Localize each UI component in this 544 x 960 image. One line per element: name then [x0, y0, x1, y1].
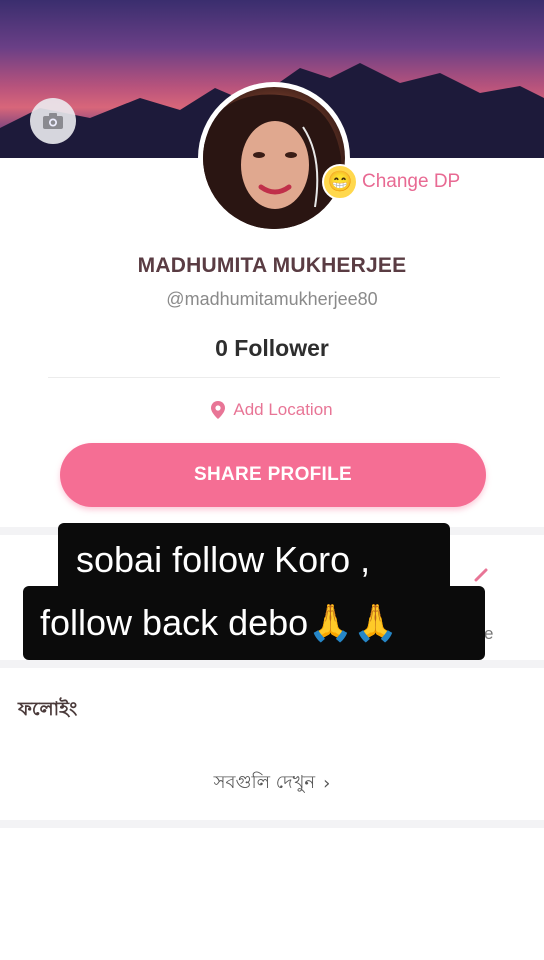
chevron-right-icon: › [323, 773, 331, 794]
avatar-photo [203, 87, 345, 229]
following-section-title: ফলোইং [18, 698, 78, 720]
profile-name: MADHUMITA MUKHERJEE [137, 254, 407, 277]
profile-handle: @madhumitamukherjee80 [166, 289, 378, 309]
add-location-label: Add Location [233, 400, 333, 419]
see-all-label: সবগুলি দেখুন [213, 772, 316, 793]
overlay-caption-line2: follow back debo🙏🙏 [23, 586, 485, 660]
profile-avatar[interactable] [198, 82, 350, 234]
location-pin-icon [211, 401, 226, 419]
section-divider [0, 660, 544, 668]
follower-count[interactable]: 0 Follower [0, 335, 544, 362]
grinning-face-icon: 😁 [322, 164, 358, 200]
camera-icon [43, 113, 63, 129]
change-dp-label: Change DP [362, 171, 461, 192]
add-location-button[interactable]: Add Location [0, 400, 544, 420]
partial-icon [474, 568, 488, 582]
see-all-link[interactable]: সবগুলি দেখুন › [0, 768, 544, 799]
share-profile-button[interactable]: SHARE PROFILE [60, 443, 486, 507]
partial-label: e [484, 624, 494, 643]
section-divider [0, 820, 544, 828]
divider [48, 377, 500, 378]
change-dp-button[interactable]: 😁 Change DP [322, 164, 460, 200]
cover-camera-button[interactable] [30, 98, 76, 144]
